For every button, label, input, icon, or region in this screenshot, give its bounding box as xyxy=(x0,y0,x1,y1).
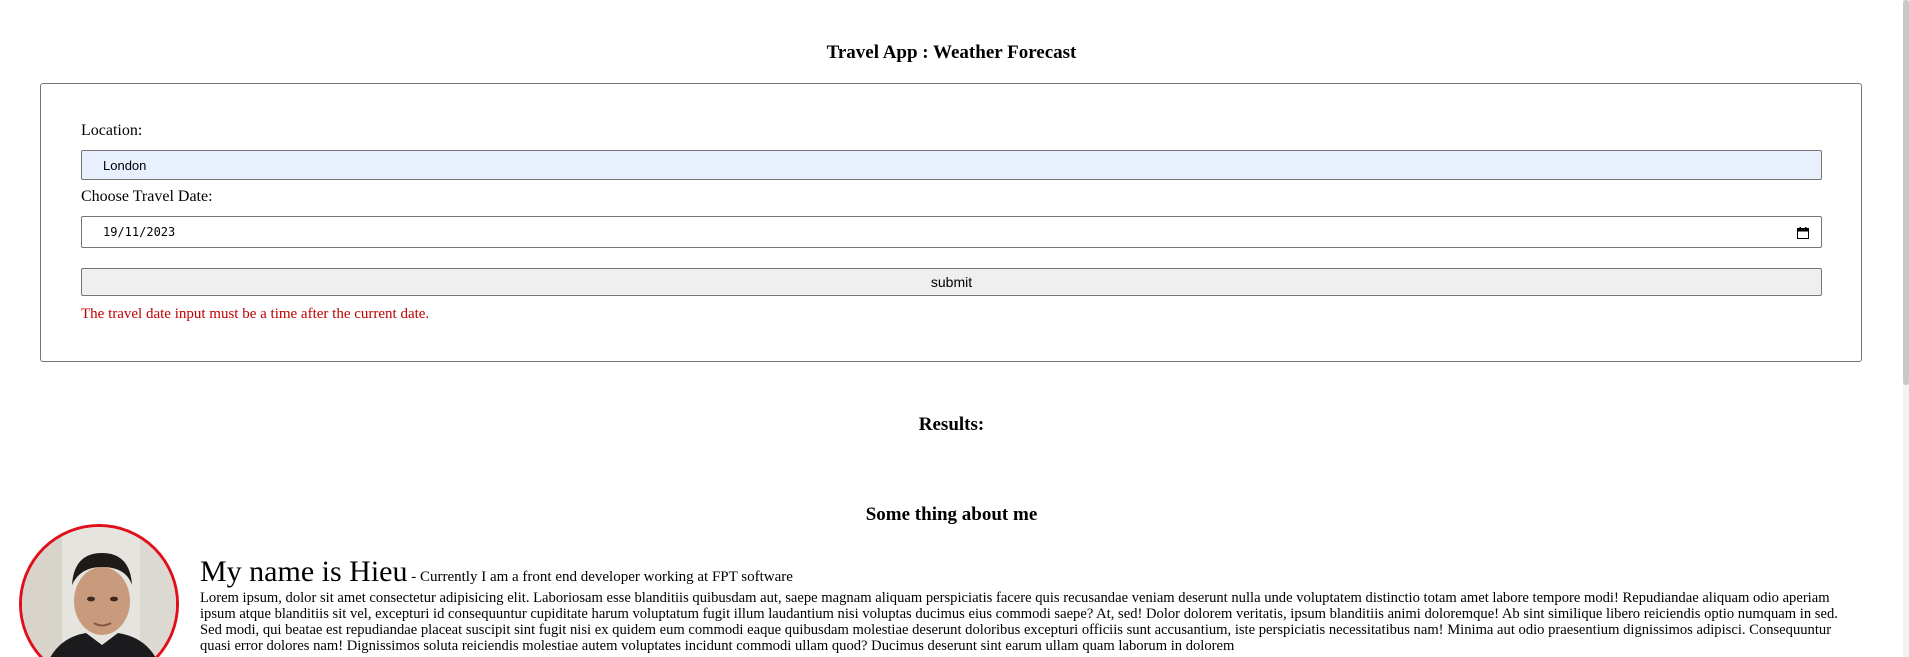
submit-button[interactable]: submit xyxy=(81,268,1822,296)
avatar xyxy=(19,524,179,657)
travel-date-input[interactable]: 19/11/2023 xyxy=(81,216,1822,248)
about-body-text: Lorem ipsum, dolor sit amet consectetur … xyxy=(200,590,1838,654)
travel-date-label: Choose Travel Date: xyxy=(81,188,213,205)
about-heading: Some thing about me xyxy=(865,504,1038,525)
location-label: Location: xyxy=(81,122,143,139)
travel-date-value: 19/11/2023 xyxy=(103,225,176,239)
about-name: My name is Hieu xyxy=(200,555,408,588)
page-title: Travel App : Weather Forecast xyxy=(826,42,1077,63)
page: Travel App : Weather Forecast Location: … xyxy=(0,0,1909,657)
profile-photo xyxy=(22,527,176,657)
calendar-icon[interactable] xyxy=(1797,226,1809,239)
date-error-message: The travel date input must be a time aft… xyxy=(81,306,430,322)
location-input[interactable] xyxy=(81,150,1822,180)
scrollbar-track[interactable] xyxy=(1903,0,1909,657)
travel-form: Location: Choose Travel Date: 19/11/2023… xyxy=(40,83,1862,362)
scrollbar-thumb[interactable] xyxy=(1903,0,1909,385)
results-heading: Results: xyxy=(918,414,985,435)
about-me-section: My name is Hieu - Currently I am a front… xyxy=(200,555,1850,655)
about-tagline: - Currently I am a front end developer w… xyxy=(407,569,793,585)
